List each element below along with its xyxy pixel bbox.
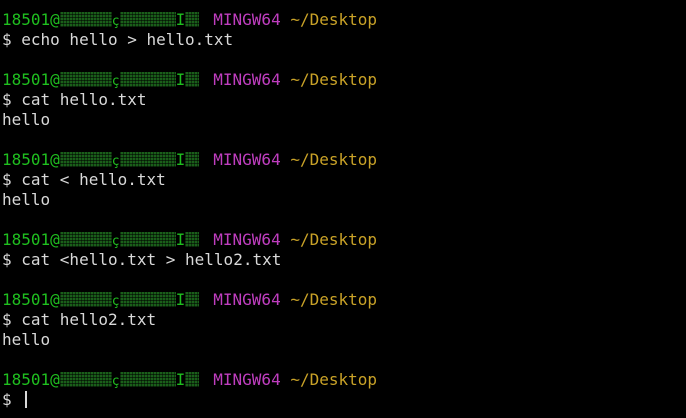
command-output: hello [2,330,51,349]
redacted-username [59,72,112,87]
command-text: cat <hello.txt > hello2.txt [21,250,282,269]
redacted-fragment: ç [111,234,120,249]
prompt-path: ~/Desktop [290,370,378,389]
redacted-fragment-2: I [175,290,186,309]
redacted-fragment-2: I [175,10,186,29]
command-line: $ echo hello > hello.txt [2,30,686,50]
redacted-hostname [119,372,176,387]
command-output: hello [2,110,51,129]
redacted-suffix [185,292,200,307]
active-input-line[interactable]: $ [2,390,686,410]
redacted-username [59,232,112,247]
prompt-path: ~/Desktop [290,70,378,89]
command-text: cat hello.txt [21,90,147,109]
command-line: $ cat hello.txt [2,90,686,110]
prompt-symbol: $ [2,310,22,329]
redacted-fragment: ç [111,74,120,89]
redacted-fragment: ç [111,14,120,29]
prompt-line: 18501@ ç I MINGW64 ~/Desktop [2,370,686,390]
prompt-line: 18501@ ç I MINGW64 ~/Desktop [2,230,686,250]
command-line: $ cat < hello.txt [2,170,686,190]
prompt-symbol: $ [2,90,22,109]
command-line: $ cat <hello.txt > hello2.txt [2,250,686,270]
prompt-symbol: $ [2,390,22,409]
prompt-line: 18501@ ç I MINGW64 ~/Desktop [2,290,686,310]
prompt-user: 18501@ [2,150,60,169]
prompt-user: 18501@ [2,230,60,249]
redacted-username [59,292,112,307]
redacted-username [59,152,112,167]
prompt-path: ~/Desktop [290,290,378,309]
command-output: hello [2,190,51,209]
redacted-fragment: ç [111,374,120,389]
redacted-hostname [119,72,176,87]
redacted-hostname [119,12,176,27]
prompt-user: 18501@ [2,370,60,389]
command-text: cat hello2.txt [21,310,157,329]
redacted-hostname [119,232,176,247]
text-cursor [25,391,28,408]
redacted-suffix [185,372,200,387]
redacted-username [59,372,112,387]
redacted-hostname [119,292,176,307]
redacted-fragment-2: I [175,150,186,169]
prompt-host: MINGW64 [213,290,281,309]
prompt-path: ~/Desktop [290,230,378,249]
prompt-host: MINGW64 [213,150,281,169]
prompt-user: 18501@ [2,290,60,309]
prompt-host: MINGW64 [213,370,281,389]
redacted-suffix [185,72,200,87]
prompt-line: 18501@ ç I MINGW64 ~/Desktop [2,10,686,30]
prompt-symbol: $ [2,170,22,189]
redacted-suffix [185,152,200,167]
prompt-line: 18501@ ç I MINGW64 ~/Desktop [2,150,686,170]
prompt-path: ~/Desktop [290,150,378,169]
redacted-hostname [119,152,176,167]
prompt-path: ~/Desktop [290,10,378,29]
redacted-suffix [185,232,200,247]
prompt-host: MINGW64 [213,230,281,249]
redacted-suffix [185,12,200,27]
terminal-window[interactable]: 18501@ ç I MINGW64 ~/Desktop $ echo hello >… [0,0,686,418]
redacted-username [59,12,112,27]
prompt-symbol: $ [2,250,22,269]
command-line: $ cat hello2.txt [2,310,686,330]
command-text: cat < hello.txt [21,170,166,189]
redacted-fragment: ç [111,294,120,309]
prompt-line: 18501@ ç I MINGW64 ~/Desktop [2,70,686,90]
prompt-host: MINGW64 [213,70,281,89]
command-text: echo hello > hello.txt [21,30,234,49]
prompt-symbol: $ [2,30,22,49]
redacted-fragment-2: I [175,70,186,89]
prompt-host: MINGW64 [213,10,281,29]
redacted-fragment-2: I [175,230,186,249]
redacted-fragment: ç [111,154,120,169]
prompt-user: 18501@ [2,70,60,89]
prompt-user: 18501@ [2,10,60,29]
redacted-fragment-2: I [175,370,186,389]
